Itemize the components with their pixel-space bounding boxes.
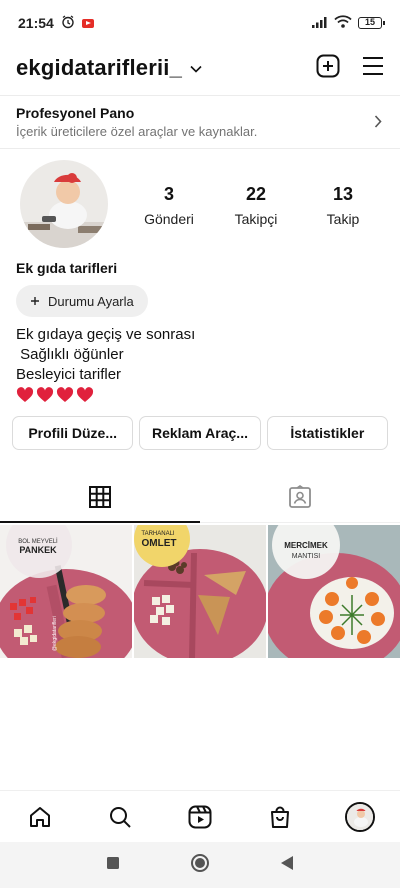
post-thumbnail[interactable]: MERCİMEK MANTISI — [268, 525, 400, 658]
chevron-right-icon — [374, 115, 382, 133]
stat-followers[interactable]: 22 Takipçi — [216, 184, 296, 227]
bio-hearts — [16, 387, 195, 403]
grid-icon — [89, 486, 111, 513]
reels-icon[interactable] — [180, 797, 220, 837]
home-icon[interactable] — [20, 797, 60, 837]
following-count: 13 — [332, 184, 354, 204]
heart-icons — [16, 387, 94, 402]
post-caption-line2: PANKEK — [19, 545, 57, 555]
professional-dashboard[interactable]: Profesyonel Pano İçerik üreticilere özel… — [0, 95, 400, 149]
grid-tab[interactable] — [0, 477, 200, 523]
post-caption-line1: TARHANALI — [141, 531, 175, 537]
clock: 21:54 — [18, 15, 54, 31]
search-icon[interactable] — [100, 797, 140, 837]
tagged-tab[interactable] — [200, 477, 400, 522]
chevron-down-icon[interactable] — [190, 60, 202, 78]
bottom-navigation — [0, 790, 400, 842]
stat-posts[interactable]: 3 Gönderi — [129, 184, 209, 227]
profile-summary: 3 Gönderi 22 Takipçi 13 Takip — [0, 158, 400, 250]
post-caption-line1: BOL MEYVELİ — [18, 538, 58, 545]
post-thumbnail[interactable]: BOL MEYVELİ PANKEK @ekgidatarifleri — [0, 525, 132, 658]
profile-header: ekgidatariflerii_ — [0, 48, 400, 88]
post-thumbnail[interactable]: TARHANALI OMLET — [134, 525, 266, 658]
post-caption-line2: OMLET — [142, 538, 177, 549]
back-icon[interactable] — [280, 855, 294, 876]
post-caption-line1: MERCİMEK — [284, 541, 328, 550]
profile-bio: Ek gıdaya geçiş ve sonrası Sağlıklı öğün… — [16, 325, 195, 403]
profile-avatar[interactable] — [20, 160, 108, 248]
account-username[interactable]: ekgidatariflerii_ — [16, 55, 182, 81]
status-bar: 21:54 15 — [0, 0, 400, 46]
bio-line: Besleyici tarifler — [16, 366, 122, 383]
post-grid: BOL MEYVELİ PANKEK @ekgidatarifleri TARH… — [0, 525, 400, 658]
posts-label: Gönderi — [144, 211, 194, 227]
create-post-icon[interactable] — [316, 54, 340, 83]
stat-following[interactable]: 13 Takip — [303, 184, 383, 227]
bio-line: Sağlıklı öğünler — [16, 346, 124, 363]
insights-button[interactable]: İstatistikler — [266, 416, 388, 450]
profile-avatar — [345, 801, 375, 832]
menu-icon[interactable] — [362, 56, 384, 81]
youtube-notification-icon — [81, 18, 94, 28]
system-navigation — [0, 842, 400, 888]
profile-tabs — [0, 477, 400, 523]
posts-count: 3 — [163, 184, 174, 204]
display-name: Ek gıda tarifleri — [16, 260, 118, 276]
set-status-button[interactable]: Durumu Ayarla — [16, 285, 148, 317]
profile-actions: Profili Düze... Reklam Araç... İstatisti… — [12, 416, 388, 450]
followers-count: 22 — [245, 184, 267, 204]
followers-label: Takipçi — [234, 211, 278, 227]
edit-profile-button[interactable]: Profili Düze... — [12, 416, 134, 450]
recent-apps-icon[interactable] — [106, 856, 120, 875]
signal-icon — [312, 15, 328, 31]
alarm-icon — [61, 14, 75, 32]
ad-tools-button[interactable]: Reklam Araç... — [139, 416, 261, 450]
profile-tab[interactable] — [340, 797, 380, 837]
dashboard-title: Profesyonel Pano — [16, 105, 135, 121]
wifi-icon — [334, 15, 352, 31]
dashboard-subtitle: İçerik üreticilere özel araçlar ve kayna… — [16, 124, 258, 139]
post-watermark: @ekgidatarifleri — [52, 616, 58, 651]
battery-icon: 15 — [358, 17, 385, 29]
set-status-label: Durumu Ayarla — [48, 293, 134, 309]
bio-line: Ek gıdaya geçiş ve sonrası — [16, 326, 196, 343]
plus-icon — [30, 294, 40, 309]
following-label: Takip — [326, 211, 360, 227]
shop-icon[interactable] — [260, 797, 300, 837]
home-button-icon[interactable] — [190, 853, 210, 878]
tagged-icon — [288, 485, 312, 514]
post-caption-line2: MANTISI — [292, 553, 320, 560]
